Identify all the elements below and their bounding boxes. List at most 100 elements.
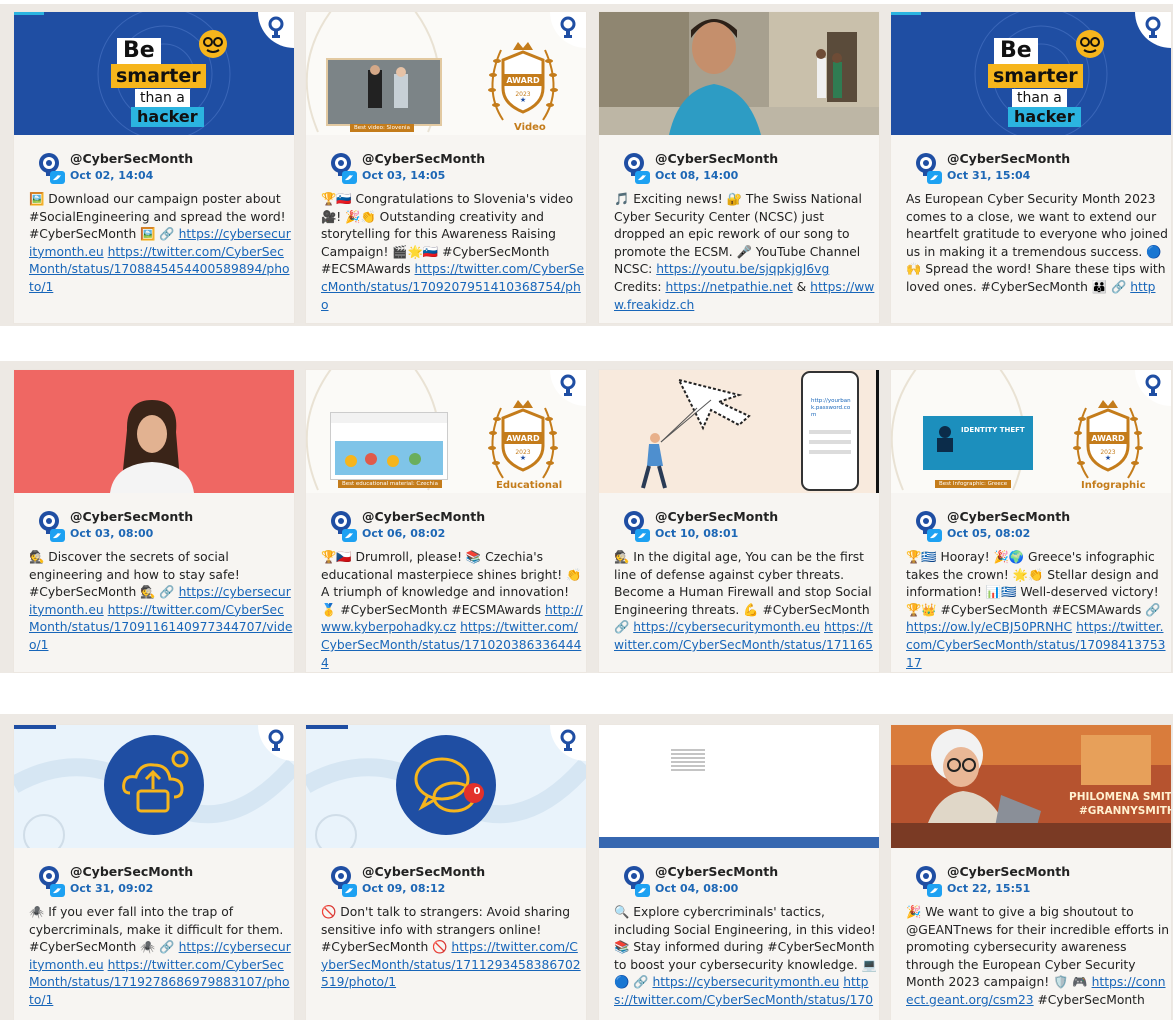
author-handle[interactable]: @CyberSecMonth: [655, 151, 778, 166]
tweet-body: @CyberSecMonth Oct 02, 14:04 🖼️ Download o…: [14, 135, 294, 323]
author-handle[interactable]: @CyberSecMonth: [655, 864, 778, 879]
cybersecmonth-avatar-icon[interactable]: [621, 151, 651, 185]
cybersecmonth-avatar-icon[interactable]: [913, 864, 943, 898]
tweet-card[interactable]: Be smarter than a hacker @CyberSecMonth Oct …: [14, 12, 294, 323]
tweet-link[interactable]: https://netpathie.net: [665, 280, 792, 294]
campaign-title-hacker: hacker: [131, 107, 204, 127]
cybersecmonth-avatar-icon[interactable]: [36, 864, 66, 898]
granny-illustration: [891, 725, 1171, 848]
tweet-media[interactable]: [14, 370, 294, 493]
presenter-portrait: [14, 370, 294, 493]
tweet-date[interactable]: Oct 31, 09:02: [70, 882, 153, 895]
cybersecmonth-avatar-icon[interactable]: [913, 151, 943, 185]
tweet-card[interactable]: Best educational material: Czechia AWARD…: [306, 370, 586, 672]
tweet-media[interactable]: PHILOMENA SMITH #GRANNYSMITHS: [891, 725, 1171, 848]
tweet-date[interactable]: Oct 22, 15:51: [947, 882, 1030, 895]
tweet-body: @CyberSecMonth Oct 05, 08:02 🏆🇬🇷 Hooray! 🎉…: [891, 493, 1171, 672]
tweet-date[interactable]: Oct 08, 14:00: [655, 169, 738, 182]
tweet-date[interactable]: Oct 05, 08:02: [947, 527, 1030, 540]
tweet-card[interactable]: Best video: Slovenia AWARD 2023 ★ Video …: [306, 12, 586, 323]
tweet-media[interactable]: IDENTITY THEFT Best Infographic: Greece A…: [891, 370, 1171, 493]
tweet-date[interactable]: Oct 04, 08:00: [655, 882, 738, 895]
tweet-text-segment: 🖼️: [140, 227, 156, 242]
tweet-body: @CyberSecMonth Oct 22, 15:51 🎉 We want to …: [891, 848, 1171, 1020]
award-category-caption: Best Infographic: Greece: [935, 480, 1012, 488]
author-handle[interactable]: @CyberSecMonth: [362, 509, 485, 524]
tweet-date[interactable]: Oct 03, 08:00: [70, 527, 153, 540]
tweet-media[interactable]: [14, 725, 294, 848]
cloud-upload-icon: [102, 733, 206, 841]
cybersecmonth-stamp-icon: [246, 12, 294, 60]
cybersecmonth-avatar-icon[interactable]: [621, 864, 651, 898]
campaign-title-smarter: smarter: [988, 64, 1083, 88]
cybersecmonth-stamp-icon: [538, 725, 586, 773]
tweet-date[interactable]: Oct 02, 14:04: [70, 169, 153, 182]
author-handle[interactable]: @CyberSecMonth: [947, 151, 1070, 166]
tweet-card[interactable]: 0 @CyberSecMonth Oct 09, 08:12 🚫 Don't tal…: [306, 725, 586, 1020]
tweet-card[interactable]: @CyberSecMonth Oct 04, 08:00 🔍 Explore cyb…: [599, 725, 879, 1020]
tweet-text: 🔍 Explore cybercriminals' tactics, inclu…: [614, 904, 878, 1010]
tweet-media[interactable]: 0: [306, 725, 586, 848]
tweet-media[interactable]: Be smarter than a hacker: [14, 12, 294, 135]
tweet-text: 🏆🇸🇮 Congratulations to Slovenia's video …: [321, 191, 585, 314]
tweet-media[interactable]: http://yourbank.password.com: [599, 370, 879, 493]
cybersecmonth-avatar-icon[interactable]: [328, 151, 358, 185]
tweet-card[interactable]: PHILOMENA SMITH #GRANNYSMITHS @CyberSecMo…: [891, 725, 1171, 1020]
tweet-text: 🏆🇬🇷 Hooray! 🎉🌍 Greece's infographic take…: [906, 549, 1170, 672]
tweet-date[interactable]: Oct 03, 14:05: [362, 169, 445, 182]
cybersecmonth-avatar-icon[interactable]: [621, 509, 651, 543]
tweet-card[interactable]: IDENTITY THEFT Best Infographic: Greece A…: [891, 370, 1171, 672]
tweet-card[interactable]: http://yourbank.password.com @CyberSecMo…: [599, 370, 879, 672]
cybersecmonth-stamp-icon: [538, 12, 586, 60]
tweet-media[interactable]: [599, 725, 879, 848]
tweet-media[interactable]: [599, 12, 879, 135]
author-handle[interactable]: @CyberSecMonth: [362, 151, 485, 166]
tweet-card[interactable]: @CyberSecMonth Oct 08, 14:00 🎵 Exciting ne…: [599, 12, 879, 323]
tweet-date[interactable]: Oct 31, 15:04: [947, 169, 1030, 182]
svg-text:AWARD: AWARD: [1091, 434, 1125, 443]
tweet-text-segment: As European Cyber Security Month 2023 co…: [906, 192, 1168, 294]
author-handle[interactable]: @CyberSecMonth: [362, 864, 485, 879]
phishing-url-text: http://yourbank.password.com: [811, 398, 851, 418]
cybersecmonth-avatar-icon[interactable]: [36, 151, 66, 185]
cybersecmonth-avatar-icon[interactable]: [913, 509, 943, 543]
tweet-card[interactable]: Be smarter than a hacker @CyberSecMonth Oct …: [891, 12, 1171, 323]
tweet-card[interactable]: @CyberSecMonth Oct 03, 08:00 🕵️ Discover t…: [14, 370, 294, 672]
tweet-link[interactable]: https://cybersecuritymonth.eu: [652, 975, 839, 989]
campaign-title-than: than a: [135, 89, 190, 107]
tweet-text-segment: 🏆🇨🇿 Drumroll, please! 📚 Czechia's educat…: [321, 550, 582, 617]
tweet-date[interactable]: Oct 09, 08:12: [362, 882, 445, 895]
tweet-link[interactable]: http: [1130, 280, 1155, 294]
cybersecmonth-avatar-icon[interactable]: [328, 509, 358, 543]
tweet-media[interactable]: Best educational material: Czechia AWARD…: [306, 370, 586, 493]
cybersecmonth-avatar-icon[interactable]: [36, 509, 66, 543]
tweet-media[interactable]: Best video: Slovenia AWARD 2023 ★ Video: [306, 12, 586, 135]
tweet-card[interactable]: @CyberSecMonth Oct 31, 09:02 🕷️ If you eve…: [14, 725, 294, 1020]
author-handle[interactable]: @CyberSecMonth: [70, 864, 193, 879]
award-category-label: Video: [514, 122, 546, 133]
tweet-text-segment: 🖼️: [29, 192, 45, 206]
tweet-text-segment: &: [792, 279, 811, 294]
tweet-media[interactable]: Be smarter than a hacker: [891, 12, 1171, 135]
tweet-text: As European Cyber Security Month 2023 co…: [906, 191, 1170, 297]
author-handle[interactable]: @CyberSecMonth: [70, 509, 193, 524]
cybersecmonth-avatar-icon[interactable]: [328, 864, 358, 898]
cybersecmonth-stamp-icon: [246, 725, 294, 773]
tweet-text: 🕷️ If you ever fall into the trap of cyb…: [29, 904, 293, 1010]
author-handle[interactable]: @CyberSecMonth: [655, 509, 778, 524]
character-hashtag: #GRANNYSMITHS: [1079, 805, 1171, 817]
street-photo: [599, 12, 879, 135]
tweet-link[interactable]: https://cybersecuritymonth.eu: [633, 620, 820, 634]
tweet-date[interactable]: Oct 06, 08:02: [362, 527, 445, 540]
tweet-date[interactable]: Oct 10, 08:01: [655, 527, 738, 540]
author-handle[interactable]: @CyberSecMonth: [947, 509, 1070, 524]
author-handle[interactable]: @CyberSecMonth: [70, 151, 193, 166]
cursor-kite-illustration: [641, 378, 751, 489]
tweet-link[interactable]: https://youtu.be/sjqpkjgJ6vg: [656, 262, 829, 276]
tweet-text-segment: Credits:: [614, 279, 666, 294]
nerd-face-icon: [197, 28, 229, 60]
tweet-link[interactable]: https://ow.ly/eCBJ50PRNHC: [906, 620, 1072, 634]
svg-text:★: ★: [1105, 454, 1111, 462]
author-handle[interactable]: @CyberSecMonth: [947, 864, 1070, 879]
svg-text:AWARD: AWARD: [506, 434, 540, 443]
